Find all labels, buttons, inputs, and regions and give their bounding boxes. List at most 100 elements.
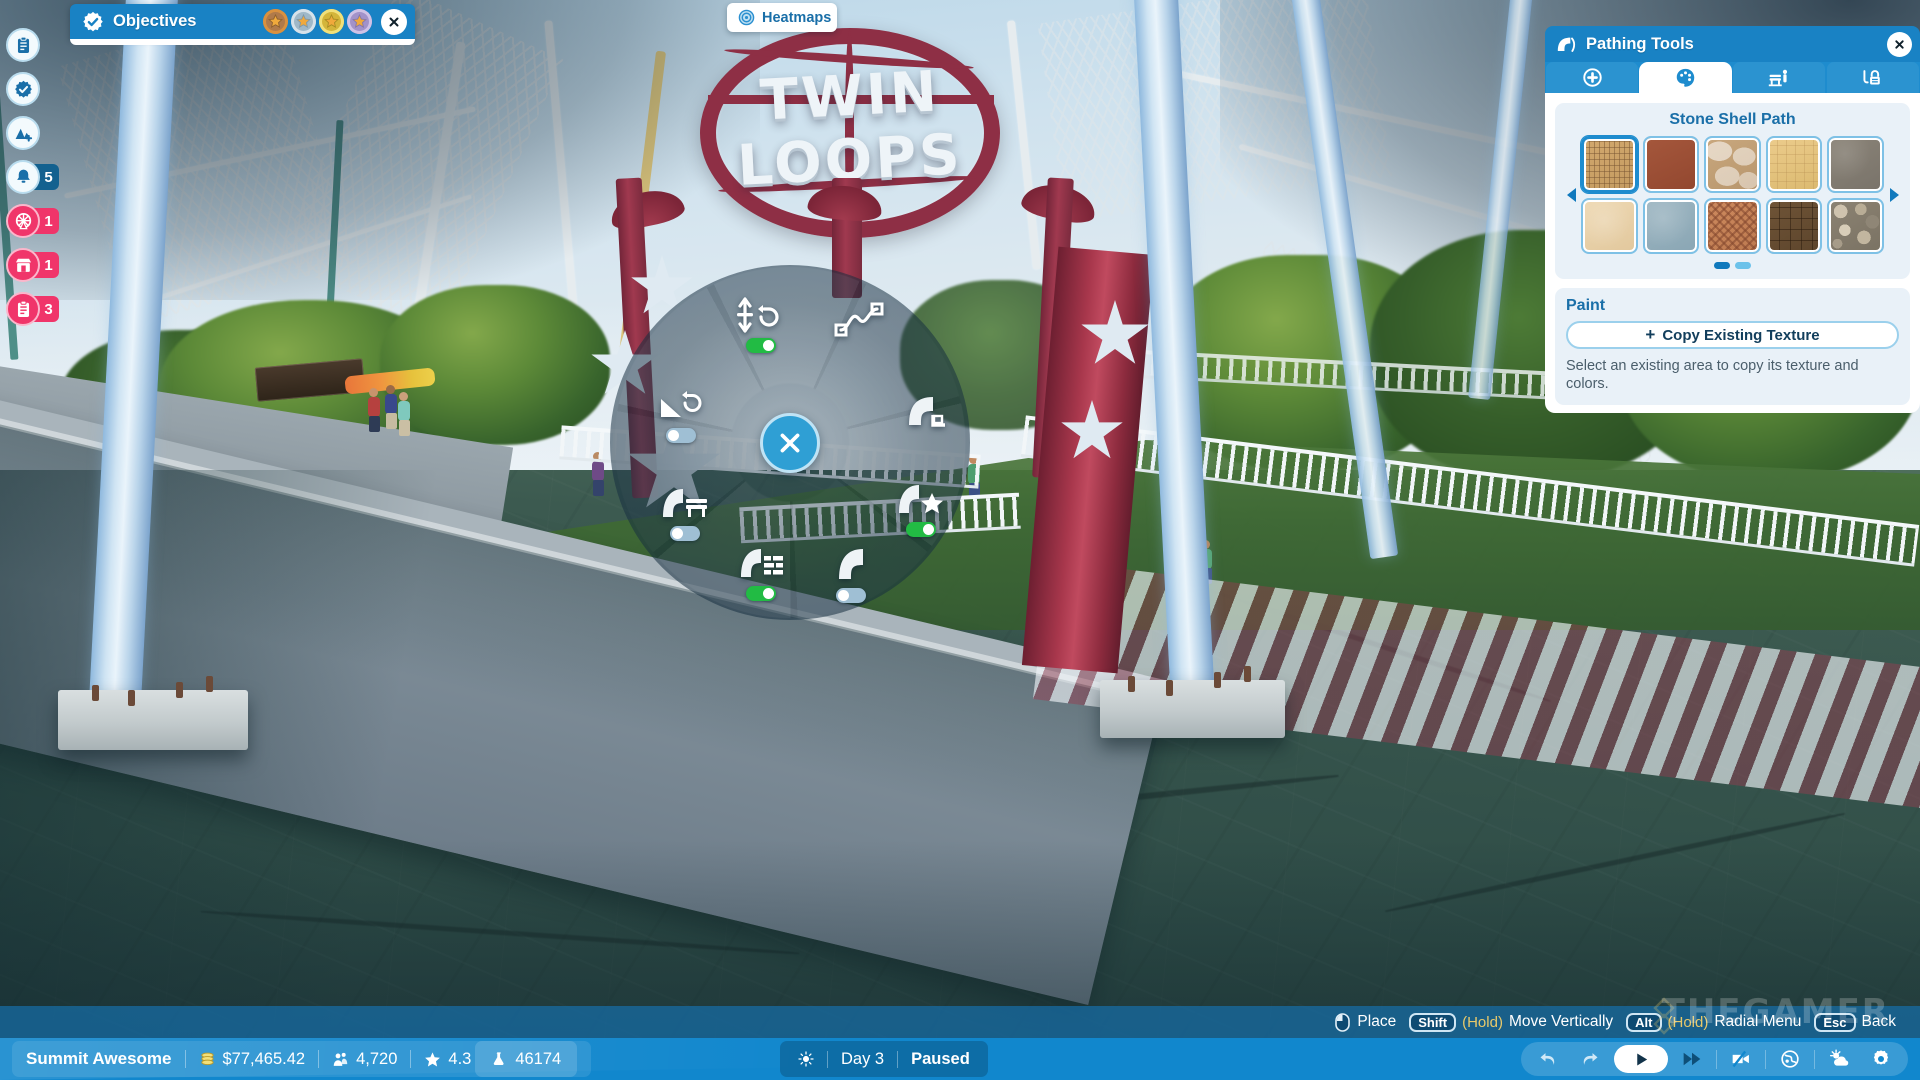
sidebar-item-shops-alert[interactable]: 1 — [6, 248, 96, 282]
hint-radial-menu-label: Radial Menu — [1714, 1013, 1802, 1030]
swatch-tan-cobblestone[interactable] — [1581, 136, 1638, 193]
radial-toggle[interactable] — [670, 525, 700, 541]
globe-button[interactable] — [1769, 1044, 1811, 1074]
platinum-medal[interactable] — [347, 9, 372, 34]
sidebar-item-notifications[interactable]: 5 — [6, 160, 96, 194]
radial-menu-close[interactable] — [760, 413, 820, 473]
guests-stat[interactable]: 4,720 — [332, 1050, 397, 1069]
rating-value: 4.3 — [448, 1049, 472, 1068]
plus-circle-icon — [1582, 68, 1602, 87]
park-stats-group: Summit Awesome $77,465.42 4,720 4.3 4617… — [12, 1041, 592, 1077]
swatch-dark-wood-parquet[interactable] — [1765, 197, 1823, 255]
sidebar-item-rides-alert[interactable]: 1 — [6, 204, 96, 238]
radial-slope-angle[interactable] — [638, 377, 724, 449]
copy-existing-texture-button[interactable]: + Copy Existing Texture — [1566, 321, 1899, 350]
radial-toggle[interactable] — [906, 521, 936, 537]
tab-paint-path[interactable] — [1639, 62, 1732, 93]
camera-toggle-button[interactable] — [1720, 1044, 1762, 1074]
bell-icon[interactable] — [6, 160, 40, 194]
copy-existing-texture-label: Copy Existing Texture — [1662, 326, 1820, 344]
heatmaps-button[interactable]: Heatmaps — [727, 3, 837, 32]
radial-path-star[interactable] — [878, 471, 964, 543]
radial-move-vertically[interactable] — [718, 287, 804, 359]
swatch-cobble-stones[interactable] — [1827, 197, 1884, 255]
heatmaps-label: Heatmaps — [762, 9, 832, 26]
paint-card: Paint + Copy Existing Texture Select an … — [1555, 288, 1910, 406]
check-badge-icon[interactable] — [6, 72, 40, 106]
support-column-left-base — [58, 690, 248, 750]
texture-picker-title: Stone Shell Path — [1669, 111, 1796, 128]
clipboard-icon[interactable] — [6, 28, 40, 62]
paint-palette-icon — [1676, 68, 1695, 87]
hint-radial-menu: Alt (Hold) Radial Menu — [1626, 1012, 1802, 1032]
mountain-plus-icon[interactable] — [6, 116, 40, 150]
radial-toggle[interactable] — [836, 587, 866, 603]
swatch-grey-asphalt[interactable] — [1827, 136, 1884, 193]
pathing-tools-close-button[interactable] — [1887, 31, 1912, 57]
sidebar-item-objectives[interactable] — [6, 72, 96, 106]
undo-button[interactable] — [1527, 1044, 1569, 1074]
flask-icon — [494, 1052, 504, 1066]
silver-medal[interactable] — [291, 9, 316, 34]
page-dot-1[interactable] — [1714, 262, 1730, 270]
radial-toggle[interactable] — [746, 585, 776, 601]
divider — [1814, 1049, 1815, 1069]
radial-path-corner[interactable] — [884, 375, 970, 447]
bronze-medal[interactable] — [263, 9, 288, 34]
tree-cluster-mid — [380, 285, 610, 445]
divider — [827, 1050, 828, 1068]
weather-button[interactable] — [1818, 1044, 1860, 1074]
shop-stall-icon[interactable] — [6, 248, 40, 282]
column-bolt — [1128, 676, 1135, 692]
bottom-status-bar[interactable]: Summit Awesome $77,465.42 4,720 4.3 4617… — [0, 1038, 1920, 1080]
swatch-terracotta-solid[interactable] — [1642, 136, 1700, 193]
objectives-bar[interactable]: Objectives — [70, 4, 415, 39]
sidebar-item-management[interactable] — [6, 28, 96, 62]
swatch-pale-flagstone[interactable] — [1704, 136, 1761, 193]
chevron-left-icon[interactable] — [1561, 187, 1581, 203]
path-plain-icon — [823, 544, 879, 586]
objectives-close-button[interactable] — [381, 8, 407, 35]
clipboard-icon[interactable] — [6, 292, 40, 326]
texture-swatch-grid[interactable] — [1581, 136, 1884, 255]
paint-description: Select an existing area to copy its text… — [1566, 358, 1859, 393]
pathing-tools-panel[interactable]: Pathing Tools Stone Shell Path Paint + C… — [1545, 26, 1920, 458]
swatch-brick-herringbone[interactable] — [1704, 197, 1761, 255]
sidebar-item-tasks-alert[interactable]: 3 — [6, 292, 96, 326]
left-sidebar[interactable]: 5 1 1 3 — [6, 28, 96, 336]
fast-forward-button[interactable] — [1671, 1044, 1713, 1074]
radial-path-grid[interactable] — [718, 535, 804, 607]
swatch-sand-tile[interactable] — [1765, 136, 1823, 193]
playback-controls[interactable] — [1521, 1042, 1908, 1076]
radial-toggle[interactable] — [666, 427, 696, 443]
redo-button[interactable] — [1569, 1044, 1611, 1074]
settings-button[interactable] — [1860, 1044, 1902, 1074]
chevron-right-icon[interactable] — [1884, 187, 1904, 203]
rating-stat[interactable]: 4.3 — [424, 1050, 471, 1069]
research-stat[interactable]: 46174 — [475, 1041, 578, 1077]
texture-page-dots[interactable] — [1561, 262, 1904, 270]
hint-move-vertically: Shift (Hold) Move Vertically — [1409, 1012, 1613, 1032]
gold-medal[interactable] — [319, 9, 344, 34]
radial-path-bench[interactable] — [642, 475, 728, 547]
path-star-icon — [893, 478, 949, 520]
swatch-cream-sand[interactable] — [1581, 197, 1638, 255]
hint-hold-alt: (Hold) — [1667, 1013, 1709, 1031]
radial-path-plain[interactable] — [808, 537, 894, 609]
sidebar-item-terrain[interactable] — [6, 116, 96, 150]
radial-freeform-curve[interactable] — [816, 283, 902, 355]
park-name: Summit Awesome — [26, 1049, 172, 1068]
bench-path-icon — [1768, 69, 1788, 87]
ferris-wheel-icon[interactable] — [6, 204, 40, 238]
money-stat[interactable]: $77,465.42 — [199, 1050, 305, 1069]
star-icon — [425, 1051, 441, 1067]
tab-create-path[interactable] — [1546, 62, 1639, 93]
tab-queue-path[interactable] — [1826, 62, 1919, 93]
tab-path-objects[interactable] — [1732, 62, 1825, 93]
radial-toggle[interactable] — [746, 337, 776, 353]
swatch-blue-slate[interactable] — [1642, 197, 1700, 255]
pathing-tools-tabs[interactable] — [1545, 62, 1920, 93]
page-dot-2[interactable] — [1735, 262, 1751, 270]
column-bolt — [92, 685, 99, 701]
play-button[interactable] — [1614, 1045, 1668, 1073]
